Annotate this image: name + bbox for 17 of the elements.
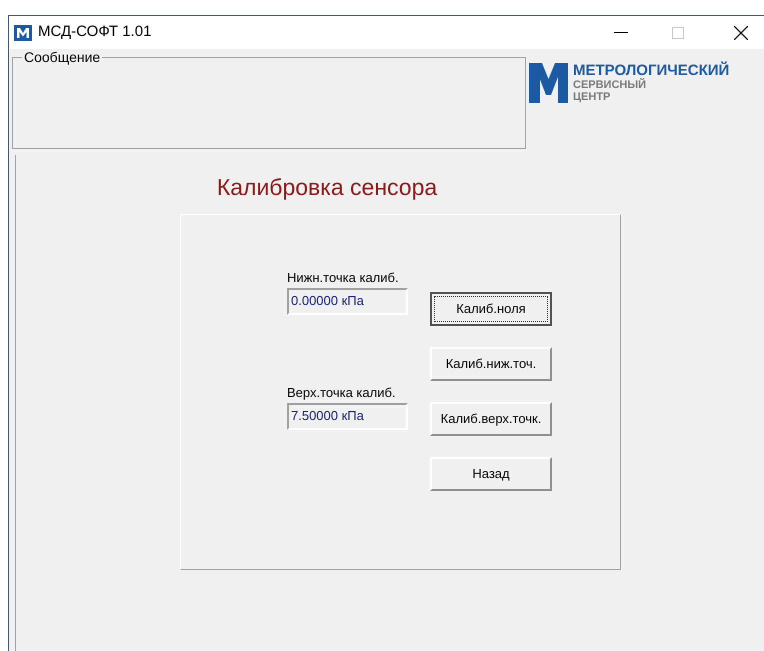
field-label: Верх.точка калиб.	[287, 386, 397, 400]
action-button[interactable]: Калиб.ноля	[430, 292, 552, 326]
app-icon	[14, 24, 32, 40]
window-title: МСД-СОФТ 1.01	[38, 22, 152, 42]
action-button[interactable]: Назад	[430, 457, 552, 491]
page-heading: Калибровка сенсора	[216, 173, 438, 201]
logo-text: СЕРВИСНЫЙ	[573, 79, 648, 91]
group-label: Сообщение	[22, 49, 102, 65]
field-label: Нижн.точка калиб.	[287, 271, 400, 285]
close-icon[interactable]	[734, 26, 748, 40]
logo-text: ЦЕНТР	[573, 91, 612, 103]
logo-text: МЕТРОЛОГИЧЕСКИЙ	[573, 63, 730, 79]
minimize-icon[interactable]	[614, 32, 628, 34]
value-field[interactable]: 7.50000 кПа	[287, 403, 408, 430]
value-field[interactable]: 0.00000 кПа	[287, 288, 408, 315]
action-button[interactable]: Калиб.ниж.точ.	[430, 347, 552, 381]
action-button[interactable]: Калиб.верх.точк.	[430, 402, 552, 436]
